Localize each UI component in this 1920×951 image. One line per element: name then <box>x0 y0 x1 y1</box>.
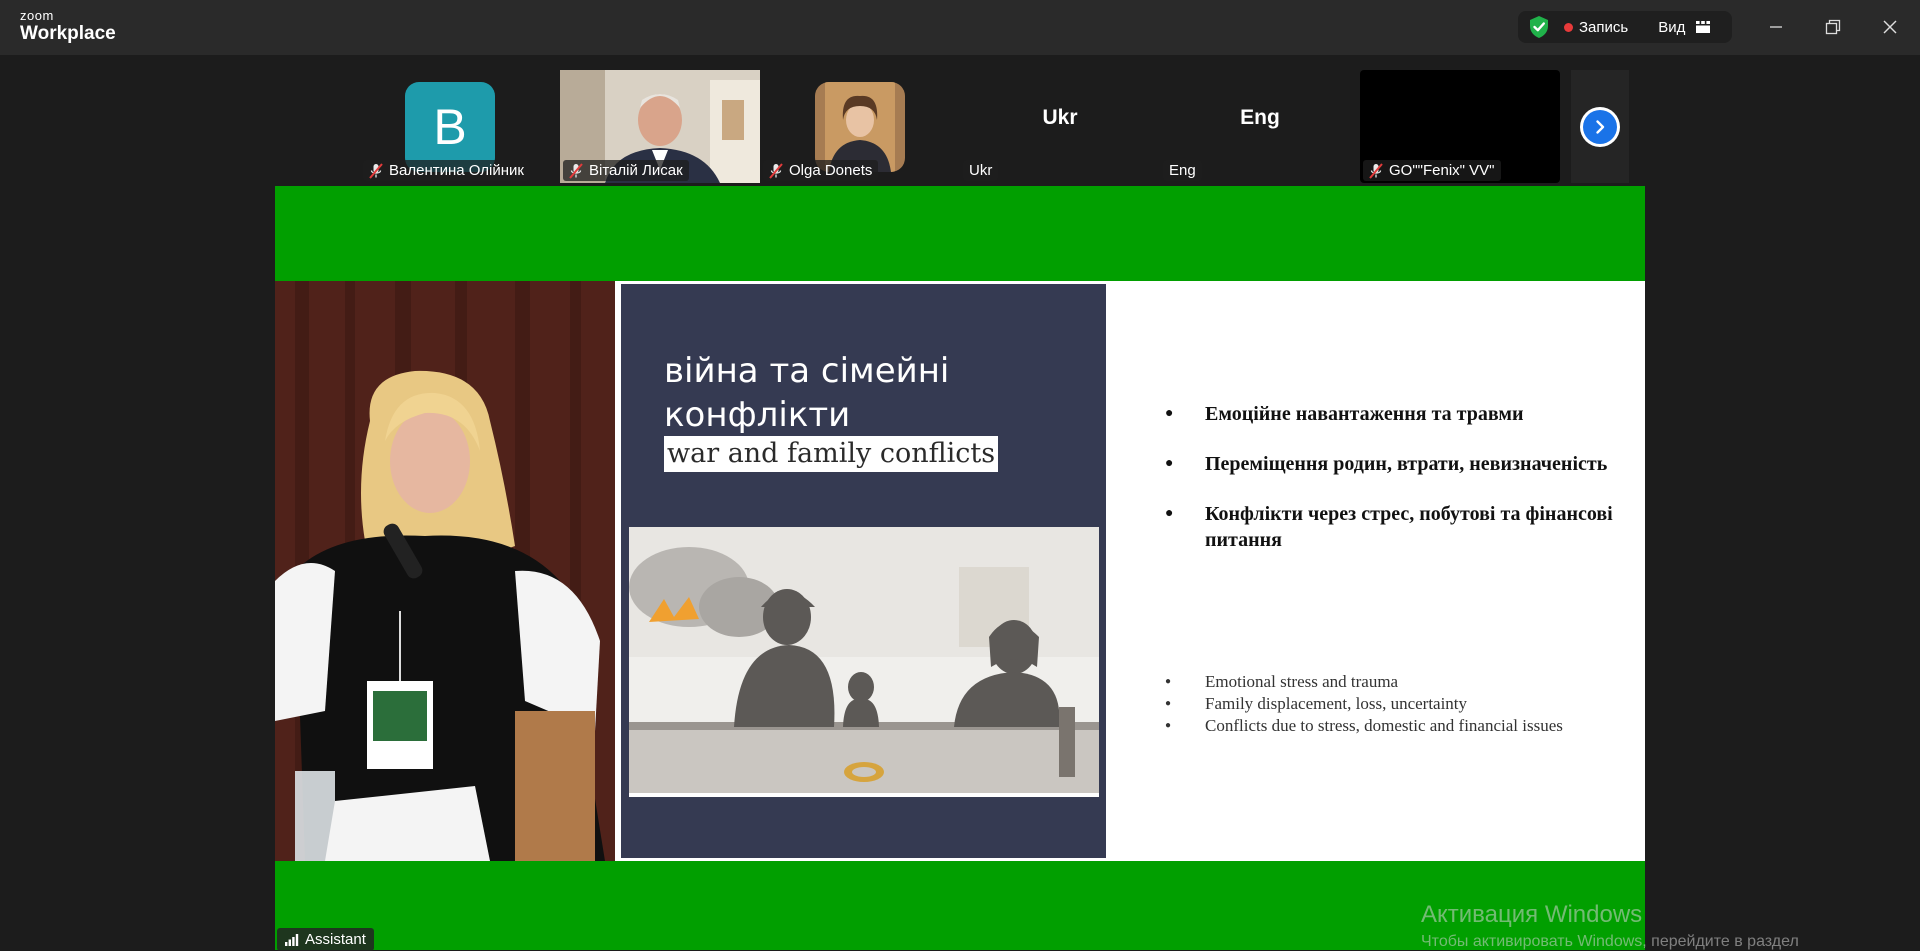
close-icon[interactable] <box>1877 14 1903 40</box>
list-item: Конфлікти через стрес, побутові та фінан… <box>1165 501 1625 553</box>
participant-tile[interactable]: GO""Fenix" VV" <box>1360 70 1560 183</box>
mic-muted-icon <box>1369 162 1383 179</box>
participant-name: Eng <box>1169 162 1196 179</box>
participant-video <box>815 82 905 172</box>
participant-tile[interactable]: Eng Eng <box>1160 70 1360 183</box>
participant-name: Olga Donets <box>789 162 873 179</box>
participant-name: Валентина Олійник <box>389 162 524 179</box>
speaker-video <box>275 281 615 861</box>
participant-name-label: Валентина Олійник <box>363 160 530 181</box>
presentation-panel: війна та сімейні конфлікти war and famil… <box>275 281 1645 861</box>
title-bar: zoom Workplace Запись Вид <box>0 0 1920 55</box>
logo-top: zoom <box>20 8 54 23</box>
slide-title-en: war and family conflicts <box>664 436 999 472</box>
list-item: Переміщення родин, втрати, невизначеніст… <box>1165 451 1625 477</box>
slide-title-uk: війна та сімейні конфлікти <box>664 351 950 435</box>
active-speaker-label: Assistant <box>277 928 374 951</box>
bullet-list-en: Emotional stress and trauma Family displ… <box>1165 671 1625 737</box>
recording-dot-icon <box>1564 22 1573 32</box>
mic-muted-icon <box>369 162 383 179</box>
signal-bars-icon <box>285 933 299 946</box>
participant-tile[interactable]: Olga Donets <box>760 70 960 183</box>
participant-name: GO""Fenix" VV" <box>1389 162 1495 179</box>
participant-tile[interactable]: Віталій Лисак <box>560 70 760 183</box>
slide-title-area: війна та сімейні конфлікти war and famil… <box>621 284 1106 858</box>
view-button[interactable]: Вид <box>1658 19 1685 36</box>
grid-view-icon[interactable] <box>1695 20 1711 34</box>
avatar: B <box>405 82 495 172</box>
participant-tile[interactable]: B Валентина Олійник <box>360 70 560 183</box>
family-conflict-illustration <box>629 527 1099 793</box>
zoom-logo: zoom Workplace <box>20 9 116 43</box>
watermark-title: Активация Windows <box>1421 901 1643 928</box>
mic-muted-icon <box>769 162 783 179</box>
list-item: Family displacement, loss, uncertainty <box>1165 693 1625 715</box>
shared-screen: війна та сімейні конфлікти war and famil… <box>275 186 1645 950</box>
mic-muted-icon <box>569 162 583 179</box>
participant-strip: B Валентина Олійник Віталій Лисак Olga D… <box>0 55 1920 185</box>
record-button[interactable]: Запись <box>1579 19 1628 36</box>
restore-icon[interactable] <box>1820 14 1846 40</box>
slide-illustration <box>629 527 1099 797</box>
next-page-button[interactable] <box>1571 70 1629 183</box>
active-speaker-name: Assistant <box>305 931 366 948</box>
participant-tile[interactable]: Ukr Ukr <box>960 70 1160 183</box>
list-item: Емоційне навантаження та травми <box>1165 401 1625 427</box>
chevron-right-icon <box>1596 119 1605 134</box>
participant-name: Ukr <box>969 162 993 179</box>
participant-tile-text: Ukr <box>1042 106 1078 129</box>
windows-activation-watermark: Активация Windows Чтобы активировать Win… <box>1421 901 1799 951</box>
meeting-controls-pill: Запись Вид <box>1518 11 1732 43</box>
bullet-list-uk: Емоційне навантаження та травми Переміще… <box>1165 401 1625 577</box>
logo-bottom: Workplace <box>20 23 116 44</box>
participant-name-label: GO""Fenix" VV" <box>1363 160 1501 181</box>
security-shield-icon[interactable] <box>1528 15 1550 39</box>
minimize-icon[interactable] <box>1763 14 1789 40</box>
participant-name-label: Eng <box>1163 160 1202 181</box>
participant-tile-text: Eng <box>1240 106 1280 129</box>
speaker-video-image <box>275 281 615 861</box>
participant-name-label: Віталій Лисак <box>563 160 689 181</box>
participant-name-label: Olga Donets <box>763 160 879 181</box>
watermark-subtitle: Чтобы активировать Windows, перейдите в … <box>1421 933 1799 950</box>
list-item: Conflicts due to stress, domestic and fi… <box>1165 715 1625 737</box>
participant-name: Віталій Лисак <box>589 162 683 179</box>
participant-name-label: Ukr <box>963 160 999 181</box>
list-item: Emotional stress and trauma <box>1165 671 1625 693</box>
